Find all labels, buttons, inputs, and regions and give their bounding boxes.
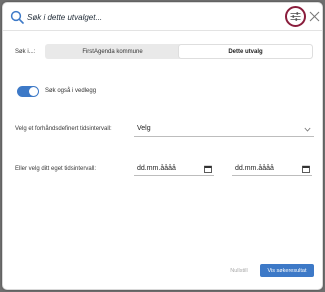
search-header: [3, 3, 322, 31]
reset-button[interactable]: Nullstill: [222, 264, 256, 277]
sliders-icon: [290, 12, 301, 21]
date-to-input[interactable]: dd.mm.åååå: [232, 163, 312, 176]
filter-button[interactable]: [285, 6, 306, 27]
predefined-interval-label: Velg et forhåndsdefinert tidsintervall:: [15, 126, 112, 132]
scope-label: Søk i...:: [15, 49, 36, 55]
chevron-down-icon: [304, 127, 311, 132]
calendar-icon[interactable]: [204, 165, 212, 173]
attachments-label: Søk også i vedlegg: [45, 88, 97, 94]
search-dialog: Søk i...: FirstAgenda kommune Dette utva…: [2, 2, 323, 290]
interval-select-value: Velg: [137, 125, 151, 132]
show-results-button[interactable]: Vis søkeresultat: [260, 264, 314, 277]
custom-interval-label: Eller velg ditt eget tidsintervall:: [15, 166, 97, 172]
search-input[interactable]: [27, 9, 257, 25]
attachments-toggle[interactable]: [17, 86, 39, 97]
scope-option-kommune[interactable]: FirstAgenda kommune: [46, 45, 179, 58]
scope-selector: FirstAgenda kommune Dette utvalg: [45, 44, 313, 59]
date-to-placeholder: dd.mm.åååå: [235, 165, 274, 172]
date-from-placeholder: dd.mm.åååå: [137, 165, 176, 172]
toggle-knob: [29, 87, 38, 96]
calendar-icon[interactable]: [302, 165, 310, 173]
interval-select[interactable]: Velg: [134, 123, 314, 137]
search-icon: [10, 10, 24, 24]
close-icon[interactable]: [309, 11, 320, 22]
date-from-input[interactable]: dd.mm.åååå: [134, 163, 214, 176]
scope-option-utvalg[interactable]: Dette utvalg: [179, 45, 312, 58]
